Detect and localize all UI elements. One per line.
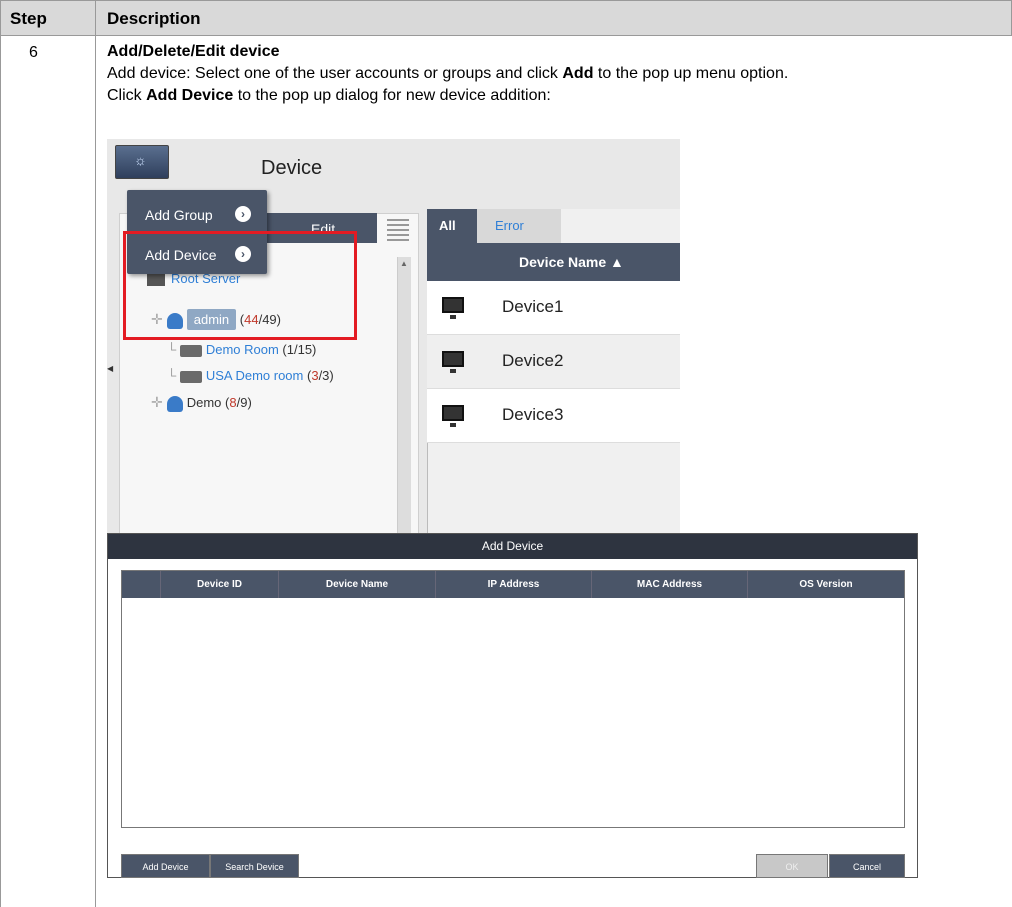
user-icon bbox=[166, 395, 183, 412]
cancel-button[interactable]: Cancel bbox=[829, 854, 905, 878]
instruction-line-1: Add device: Select one of the user accou… bbox=[107, 65, 789, 82]
chevron-right-icon: › bbox=[235, 206, 251, 222]
app-icon bbox=[115, 145, 169, 179]
column-mac-address[interactable]: MAC Address bbox=[591, 571, 747, 598]
expand-icon: ✛ bbox=[151, 394, 163, 410]
list-view-icon[interactable] bbox=[387, 219, 409, 241]
device-screenshot: Device Edit ▲ ◀ Root Server ✛admin (44/4… bbox=[107, 139, 680, 534]
collapse-arrow-icon[interactable]: ◀ bbox=[107, 364, 113, 373]
tree-scrollbar[interactable] bbox=[397, 257, 411, 534]
device-name-column-header[interactable]: Device Name ▲ bbox=[427, 243, 680, 281]
tree-demo[interactable]: ✛ Demo (8/9) bbox=[151, 394, 252, 412]
table-border-left bbox=[0, 0, 1, 907]
search-device-button[interactable]: Search Device bbox=[210, 854, 299, 878]
table-header: Step Description bbox=[0, 0, 1012, 36]
header-description: Description bbox=[107, 9, 201, 28]
tree-usa-demo-room[interactable]: └ USA Demo room (3/3) bbox=[167, 368, 334, 383]
tree-demo-room[interactable]: └ Demo Room (1/15) bbox=[167, 342, 316, 357]
ok-button[interactable]: OK bbox=[756, 854, 828, 878]
add-device-dialog: Add Device Device ID Device Name IP Addr… bbox=[107, 533, 918, 878]
column-device-name[interactable]: Device Name bbox=[278, 571, 435, 598]
add-device-button[interactable]: Add Device bbox=[121, 854, 210, 878]
column-os-version[interactable]: OS Version bbox=[747, 571, 904, 598]
folder-icon bbox=[179, 344, 202, 357]
header-step: Step bbox=[10, 9, 47, 28]
instruction-line-2: Click Add Device to the pop up dialog fo… bbox=[107, 87, 551, 104]
device-row[interactable]: Device2 bbox=[427, 335, 680, 389]
step-number: 6 bbox=[29, 44, 38, 61]
tab-all[interactable]: All bbox=[427, 209, 477, 243]
monitor-icon bbox=[442, 405, 464, 427]
scroll-up-icon[interactable]: ▲ bbox=[400, 259, 408, 268]
dialog-title: Add Device bbox=[108, 534, 917, 559]
device-window-title: Device bbox=[261, 157, 323, 179]
select-column[interactable] bbox=[122, 571, 160, 598]
monitor-icon bbox=[442, 351, 464, 373]
column-device-id[interactable]: Device ID bbox=[160, 571, 278, 598]
monitor-icon bbox=[442, 297, 464, 319]
folder-icon bbox=[179, 370, 202, 383]
step-title: Add/Delete/Edit device bbox=[107, 43, 280, 60]
highlight-box bbox=[123, 231, 357, 340]
column-divider bbox=[95, 0, 96, 907]
tab-error[interactable]: Error bbox=[477, 209, 561, 243]
menu-add-group[interactable]: Add Group › bbox=[127, 198, 267, 228]
device-row[interactable]: Device3 bbox=[427, 389, 680, 443]
column-ip-address[interactable]: IP Address bbox=[435, 571, 591, 598]
device-table-header: Device ID Device Name IP Address MAC Add… bbox=[122, 571, 904, 598]
device-row[interactable]: Device1 bbox=[427, 281, 680, 335]
device-table: Device ID Device Name IP Address MAC Add… bbox=[121, 570, 905, 828]
